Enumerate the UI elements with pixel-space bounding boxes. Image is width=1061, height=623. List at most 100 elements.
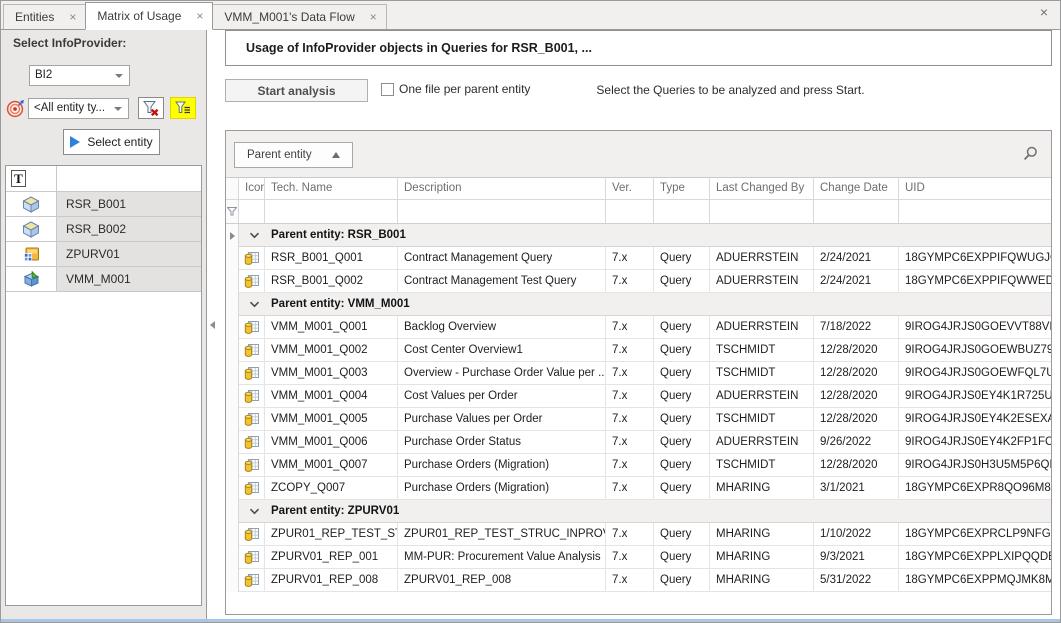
system-dropdown[interactable]: BI2	[29, 65, 130, 86]
cell-change-date: 12/28/2020	[814, 454, 899, 477]
column-header-last-changed-by[interactable]: Last Changed By	[710, 178, 814, 199]
cell-last-changed-by: MHARING	[710, 523, 814, 546]
filter-cell-change-date[interactable]	[814, 200, 899, 223]
filter-menu-button[interactable]	[170, 97, 196, 119]
query-row[interactable]: ZPUR01_REP_TEST_ST...ZPUR01_REP_TEST_STR…	[226, 523, 1051, 546]
group-row[interactable]: Parent entity: ZPURV01	[226, 500, 1051, 523]
row-indicator	[226, 362, 239, 385]
query-icon	[244, 320, 260, 335]
one-file-checkbox-label: One file per parent entity	[399, 82, 530, 96]
infocube-icon	[22, 221, 40, 238]
filter-cell-type[interactable]	[654, 200, 710, 223]
list-header-icon-cell[interactable]: T	[6, 166, 57, 191]
query-icon	[244, 412, 260, 427]
column-header-ver[interactable]: Ver.	[606, 178, 654, 199]
panel-splitter[interactable]	[207, 30, 225, 622]
filter-cell-uid[interactable]	[899, 200, 1051, 223]
search-icon[interactable]	[1023, 146, 1038, 161]
cell-last-changed-by: ADUERRSTEIN	[710, 385, 814, 408]
tab-label: VMM_M001's Data Flow	[224, 10, 354, 24]
cell-ver: 7.x	[606, 339, 654, 362]
cell-description: Purchase Order Status	[398, 431, 606, 454]
cell-uid: 9IROG4JRJS0GOEWBUZ79ME...	[899, 339, 1051, 362]
cell-icon	[239, 454, 265, 477]
query-row[interactable]: VMM_M001_Q005Purchase Values per Order7.…	[226, 408, 1051, 431]
group-row[interactable]: Parent entity: RSR_B001	[226, 224, 1051, 247]
infoprovider-list-rows: RSR_B001RSR_B002ZPURV01VMM_M001	[6, 192, 201, 292]
row-indicator	[226, 454, 239, 477]
chevron-down-icon[interactable]	[249, 232, 260, 239]
query-row[interactable]: ZCOPY_Q007Purchase Orders (Migration)7.x…	[226, 477, 1051, 500]
query-row[interactable]: VMM_M001_Q002Cost Center Overview17.xQue…	[226, 339, 1051, 362]
query-row[interactable]: ZPURV01_REP_001MM-PUR: Procurement Value…	[226, 546, 1051, 569]
chevron-down-icon[interactable]	[249, 508, 260, 515]
column-header-uid[interactable]: UID	[899, 178, 1051, 199]
list-header-name-cell[interactable]	[57, 166, 201, 191]
cell-last-changed-by: TSCHMIDT	[710, 339, 814, 362]
filter-cell-tech-name[interactable]	[265, 200, 398, 223]
query-row[interactable]: VMM_M001_Q001Backlog Overview7.xQueryADU…	[226, 316, 1051, 339]
cell-tech-name: ZPURV01_REP_001	[265, 546, 398, 569]
cell-change-date: 12/28/2020	[814, 385, 899, 408]
cell-uid: 9IROG4JRJS0EY4K2ESEXAAHNV	[899, 408, 1051, 431]
query-icon	[244, 458, 260, 473]
infoprovider-name: VMM_M001	[57, 267, 201, 291]
column-header-tech-name[interactable]: Tech. Name	[265, 178, 398, 199]
column-header-icon[interactable]: Icon	[239, 178, 265, 199]
row-indicator	[226, 270, 239, 293]
tab-entities[interactable]: Entities ×	[3, 4, 86, 29]
filter-cell-icon[interactable]	[239, 200, 265, 223]
tab-close-icon[interactable]: ×	[69, 11, 76, 23]
start-analysis-button[interactable]: Start analysis	[225, 79, 368, 102]
select-entity-label: Select entity	[87, 135, 152, 149]
row-indicator	[226, 316, 239, 339]
column-header-change-date[interactable]: Change Date	[814, 178, 899, 199]
tab-close-icon[interactable]: ×	[196, 10, 203, 22]
query-row[interactable]: VMM_M001_Q006Purchase Order Status7.xQue…	[226, 431, 1051, 454]
cell-uid: 9IROG4JRJS0H3U5M5P6QPU...	[899, 454, 1051, 477]
infoprovider-row[interactable]: RSR_B002	[6, 217, 201, 242]
cell-uid: 18GYMPC6EXPRCLP9NFGGH9...	[899, 523, 1051, 546]
collapse-panel-icon[interactable]	[210, 321, 215, 329]
query-row[interactable]: VMM_M001_Q003Overview - Purchase Order V…	[226, 362, 1051, 385]
cell-change-date: 3/1/2021	[814, 477, 899, 500]
query-row[interactable]: VMM_M001_Q004Cost Values per Order7.xQue…	[226, 385, 1051, 408]
cell-icon	[239, 523, 265, 546]
entity-filter-row: <All entity ty...	[6, 97, 206, 119]
one-file-checkbox[interactable]	[381, 83, 394, 96]
infoprovider-row[interactable]: ZPURV01	[6, 242, 201, 267]
cell-uid: 18GYMPC6EXPPLXIPQQDEWTI...	[899, 546, 1051, 569]
query-row[interactable]: ZPURV01_REP_008ZPURV01_REP_0087.xQueryMH…	[226, 569, 1051, 592]
row-indicator	[226, 523, 239, 546]
group-row[interactable]: Parent entity: VMM_M001	[226, 293, 1051, 316]
query-row[interactable]: VMM_M001_Q007Purchase Orders (Migration)…	[226, 454, 1051, 477]
cell-ver: 7.x	[606, 316, 654, 339]
column-header-type[interactable]: Type	[654, 178, 710, 199]
app-window: Entities × Matrix of Usage × VMM_M001's …	[0, 0, 1061, 623]
select-entity-button[interactable]: Select entity	[63, 129, 160, 155]
query-icon	[244, 573, 260, 588]
filter-cell-ver[interactable]	[606, 200, 654, 223]
tab-data-flow[interactable]: VMM_M001's Data Flow ×	[212, 4, 386, 29]
tab-matrix-of-usage[interactable]: Matrix of Usage ×	[85, 2, 213, 30]
tabbar-close-icon[interactable]: ×	[1040, 5, 1048, 19]
chevron-down-icon[interactable]	[249, 301, 260, 308]
query-icon	[244, 550, 260, 565]
tab-close-icon[interactable]: ×	[370, 11, 377, 23]
group-by-button[interactable]: Parent entity	[234, 142, 353, 168]
cell-type: Query	[654, 477, 710, 500]
system-dropdown-value: BI2	[35, 69, 52, 81]
infoprovider-row[interactable]: VMM_M001	[6, 267, 201, 292]
filter-cell-last-changed-by[interactable]	[710, 200, 814, 223]
cell-tech-name: VMM_M001_Q006	[265, 431, 398, 454]
clear-filter-button[interactable]	[138, 97, 164, 119]
query-row[interactable]: RSR_B001_Q001Contract Management Query7.…	[226, 247, 1051, 270]
filter-cell-description[interactable]	[398, 200, 606, 223]
column-header-description[interactable]: Description	[398, 178, 606, 199]
entity-type-dropdown[interactable]: <All entity ty...	[28, 98, 129, 119]
infoprovider-row[interactable]: RSR_B001	[6, 192, 201, 217]
row-indicator	[226, 408, 239, 431]
query-row[interactable]: RSR_B001_Q002Contract Management Test Qu…	[226, 270, 1051, 293]
query-icon	[244, 251, 260, 266]
group-by-label: Parent entity	[247, 149, 312, 161]
